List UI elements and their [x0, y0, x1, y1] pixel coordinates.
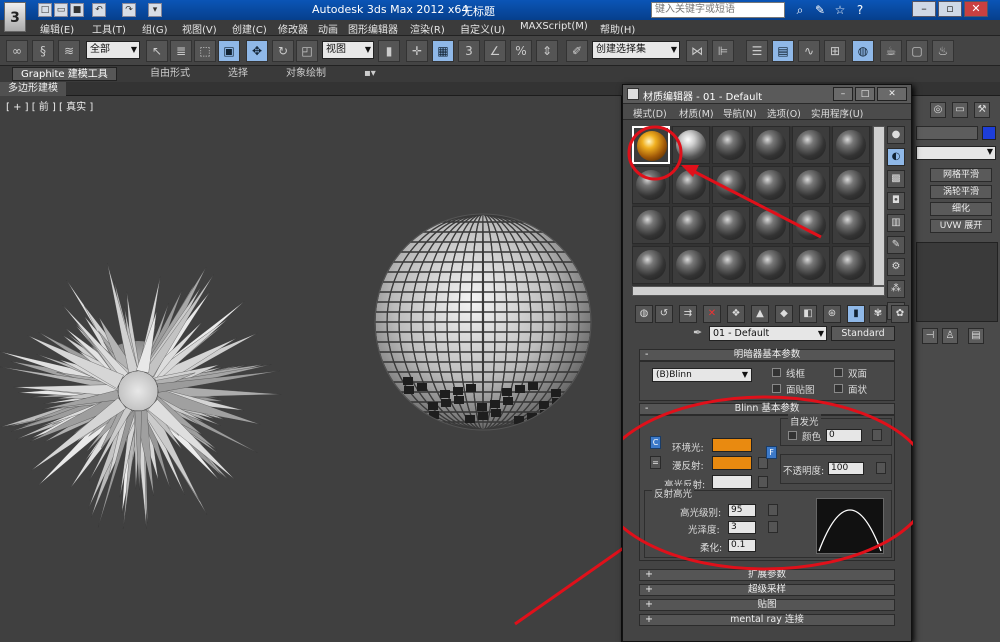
keyboard-shortcut-icon[interactable]: ▦	[432, 40, 454, 62]
command-panel: ◎ ▭ ⚒ ▼ 网格平滑 涡轮平滑 细化 UVW 展开 ⊣ ♙ ▤	[912, 96, 1000, 642]
menu-bar: 编辑(E) 工具(T) 组(G) 视图(V) 创建(C) 修改器 动画 图形编辑…	[0, 20, 1000, 36]
tessellate-button[interactable]: 细化	[930, 202, 992, 216]
rendered-frame-icon[interactable]: ▢	[906, 40, 928, 62]
object-color-swatch[interactable]	[982, 126, 996, 140]
spiky-sphere-object[interactable]	[0, 263, 282, 529]
render-setup-icon[interactable]: ☕	[880, 40, 902, 62]
object-name-field[interactable]	[916, 126, 978, 140]
search-input[interactable]: 键入关键字或短语	[651, 2, 785, 18]
menu-rendering[interactable]: 渲染(R)	[410, 21, 445, 36]
annotation-arrow	[514, 547, 622, 626]
spinner-snap-icon[interactable]: ⇕	[536, 40, 558, 62]
render-production-icon[interactable]: ♨	[932, 40, 954, 62]
angle-snap-icon[interactable]: ∠	[484, 40, 506, 62]
app-logo[interactable]: 3	[4, 2, 26, 32]
help-icon[interactable]: ?	[852, 2, 868, 18]
menu-animation[interactable]: 动画	[318, 21, 338, 36]
display-panel-icon[interactable]: ◎	[930, 102, 946, 118]
annotation-arrow-slot	[692, 169, 822, 239]
tab-freeform[interactable]: 自由形式	[142, 67, 198, 81]
select-by-name-icon[interactable]: ≣	[170, 40, 192, 62]
menu-tools[interactable]: 工具(T)	[92, 21, 126, 36]
modifier-stack[interactable]	[916, 242, 998, 322]
material-editor-window: 材质编辑器 - 01 - Default – □ ✕ 模式(D) 材质(M) 导…	[622, 84, 913, 642]
align-icon[interactable]: ⊫	[712, 40, 734, 62]
menu-group[interactable]: 组(G)	[142, 21, 168, 36]
viewport-front[interactable]: [ + ] [ 前 ] [ 真实 ]	[0, 96, 622, 642]
uvw-unwrap-button[interactable]: UVW 展开	[930, 219, 992, 233]
tab-object-paint[interactable]: 对象绘制	[278, 67, 334, 81]
link-icon[interactable]: ∞	[6, 40, 28, 62]
modifier-list-select[interactable]: ▼	[916, 146, 996, 160]
binoculars-icon[interactable]: ⌕	[792, 2, 808, 18]
viewport-scene	[0, 212, 622, 626]
pivot-center-icon[interactable]: ▮	[378, 40, 400, 62]
disco-sphere-object[interactable]	[374, 212, 592, 432]
percent-snap-icon[interactable]: %	[510, 40, 532, 62]
tab-selection[interactable]: 选择	[220, 67, 256, 81]
layer-manager-icon[interactable]: ☰	[746, 40, 768, 62]
selection-filter-value: 全部	[90, 44, 110, 55]
redo-icon[interactable]: ↷	[122, 3, 136, 17]
new-file-icon[interactable]: □	[38, 3, 52, 17]
menu-graph-editors[interactable]: 图形编辑器	[348, 21, 398, 36]
menu-modifiers[interactable]: 修改器	[278, 21, 308, 36]
annotation-arrowhead-slot	[681, 165, 699, 177]
named-selection-value: 创建选择集	[596, 44, 646, 55]
main-toolbar: ∞ § ≋ 全部 ▼ ↖ ≣ ⬚ ▣ ✥ ↻ ◰ 视图 ▼ ▮ ✛ ▦ 3 ∠ % …	[0, 36, 1000, 66]
selection-filter-select[interactable]: 全部 ▼	[86, 41, 140, 59]
schematic-view-icon[interactable]: ⊞	[824, 40, 846, 62]
move-icon[interactable]: ✥	[246, 40, 268, 62]
window-crossing-icon[interactable]: ▣	[218, 40, 240, 62]
quick-access-dropdown-icon[interactable]: ▾	[148, 3, 162, 17]
open-file-icon[interactable]: ▭	[54, 3, 68, 17]
pin-stack-icon[interactable]: ⊣	[922, 328, 938, 344]
editor-annotations	[623, 125, 913, 571]
graphite-toggle-icon[interactable]: ▤	[772, 40, 794, 62]
restore-button[interactable]: ▫	[938, 1, 962, 17]
selection-region-icon[interactable]: ⬚	[194, 40, 216, 62]
file-name: 无标题	[462, 5, 495, 18]
menu-view[interactable]: 视图(V)	[182, 21, 217, 36]
undo-icon[interactable]: ↶	[92, 3, 106, 17]
utilities-hammer-icon[interactable]: ⚒	[974, 102, 990, 118]
turbosmooth-button[interactable]: 涡轮平滑	[930, 185, 992, 199]
tab-polygon-modeling[interactable]: 多边形建模	[0, 82, 66, 96]
close-button[interactable]: ✕	[964, 1, 988, 17]
select-object-icon[interactable]: ↖	[146, 40, 168, 62]
title-bar: □ ▭ ■ ↶ ↷ ▾ Autodesk 3ds Max 2012 x64 无标…	[0, 0, 1000, 20]
menu-create[interactable]: 创建(C)	[232, 21, 267, 36]
rotate-icon[interactable]: ↻	[272, 40, 294, 62]
configure-modifier-icon[interactable]: ▤	[968, 328, 984, 344]
star-icon[interactable]: ☆	[832, 2, 848, 18]
named-selection-select[interactable]: 创建选择集 ▼	[592, 41, 680, 59]
minimize-button[interactable]: –	[912, 1, 936, 17]
menu-help[interactable]: 帮助(H)	[600, 21, 635, 36]
scale-icon[interactable]: ◰	[296, 40, 318, 62]
curve-editor-icon[interactable]: ∿	[798, 40, 820, 62]
unlink-icon[interactable]: §	[32, 40, 54, 62]
ribbon-tabs: Graphite 建模工具 自由形式 选择 对象绘制 ▪▾	[0, 66, 1000, 82]
annotation-circle-slot	[627, 125, 683, 181]
ribbon-options-icon[interactable]: ▪▾	[356, 67, 384, 81]
meshsmooth-button[interactable]: 网格平滑	[930, 168, 992, 182]
snap-toggle-icon[interactable]: 3	[458, 40, 480, 62]
material-editor-icon[interactable]: ◍	[852, 40, 874, 62]
bind-spacewarp-icon[interactable]: ≋	[58, 40, 80, 62]
edit-named-selection-icon[interactable]: ✐	[566, 40, 588, 62]
save-file-icon[interactable]: ■	[70, 3, 84, 17]
tools-icon[interactable]: ✎	[812, 2, 828, 18]
menu-edit[interactable]: 编辑(E)	[40, 21, 74, 36]
reference-coordinate-select[interactable]: 视图 ▼	[322, 41, 374, 59]
tab-graphite-modeling[interactable]: Graphite 建模工具	[12, 67, 117, 81]
mirror-icon[interactable]: ⋈	[686, 40, 708, 62]
show-end-result-icon[interactable]: ♙	[942, 328, 958, 344]
reference-coordinate-value: 视图	[326, 44, 346, 55]
monitor-icon[interactable]: ▭	[952, 102, 968, 118]
menu-maxscript[interactable]: MAXScript(M)	[520, 21, 588, 32]
menu-customize[interactable]: 自定义(U)	[460, 21, 505, 36]
annotation-ellipse-params	[623, 395, 913, 571]
manipulate-icon[interactable]: ✛	[406, 40, 428, 62]
window-title: Autodesk 3ds Max 2012 x64	[312, 3, 469, 16]
